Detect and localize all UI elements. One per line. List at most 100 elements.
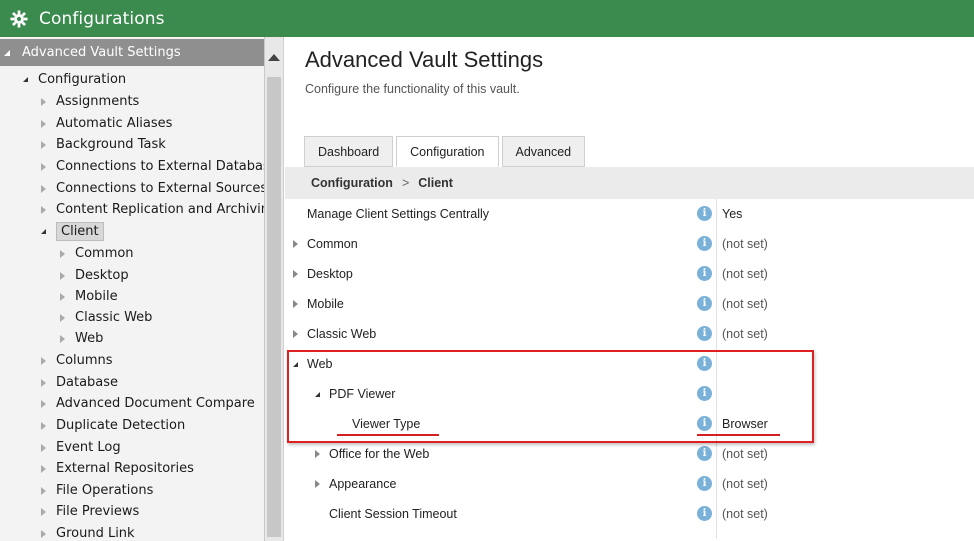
tree-item-label-selected: Client <box>56 222 104 241</box>
tree-item-label: Duplicate Detection <box>56 418 186 433</box>
setting-row-classic-web[interactable]: Classic Web i (not set) <box>285 319 974 349</box>
tree-item-label: External Repositories <box>56 461 194 476</box>
info-icon[interactable]: i <box>697 506 712 521</box>
collapsed-arrow-icon[interactable] <box>293 319 301 349</box>
setting-row-client-session-timeout[interactable]: Client Session Timeout i (not set) <box>285 499 974 529</box>
info-icon[interactable]: i <box>697 446 712 461</box>
setting-value[interactable]: (not set) <box>722 439 768 469</box>
tree-item-desktop[interactable]: Desktop <box>55 265 129 286</box>
tree-item-background-task[interactable]: Background Task <box>36 134 166 155</box>
tree-item-ground-link[interactable]: Ground Link <box>36 523 135 541</box>
tree-item-label: Automatic Aliases <box>56 116 173 131</box>
setting-value[interactable]: (not set) <box>722 319 768 349</box>
tree-item-mobile[interactable]: Mobile <box>55 286 118 307</box>
collapsed-arrow-icon[interactable] <box>36 527 50 541</box>
info-icon[interactable]: i <box>697 296 712 311</box>
tree-item-label: Columns <box>56 353 113 368</box>
collapsed-arrow-icon[interactable] <box>36 484 50 498</box>
tree-item-label: Desktop <box>75 268 129 283</box>
tab-configuration[interactable]: Configuration <box>396 136 499 167</box>
tree-item-database[interactable]: Database <box>36 372 118 393</box>
setting-value[interactable]: (not set) <box>722 229 768 259</box>
tree-item-label: File Previews <box>56 504 140 519</box>
collapsed-arrow-icon[interactable] <box>36 182 50 196</box>
expanded-arrow-icon[interactable] <box>18 73 32 87</box>
collapsed-arrow-icon[interactable] <box>36 95 50 109</box>
tree-item-client[interactable]: Client <box>36 221 104 242</box>
info-icon[interactable]: i <box>697 206 712 221</box>
collapsed-arrow-icon[interactable] <box>55 247 69 261</box>
collapsed-arrow-icon[interactable] <box>315 469 323 499</box>
collapsed-arrow-icon[interactable] <box>36 397 50 411</box>
setting-value[interactable]: (not set) <box>722 499 768 529</box>
collapsed-arrow-icon[interactable] <box>293 289 301 319</box>
collapsed-arrow-icon[interactable] <box>315 439 323 469</box>
info-icon[interactable]: i <box>697 236 712 251</box>
tree-item-classic-web[interactable]: Classic Web <box>55 307 152 328</box>
title-bar: Configurations <box>0 0 974 37</box>
collapsed-arrow-icon[interactable] <box>55 269 69 283</box>
breadcrumb-configuration[interactable]: Configuration <box>311 176 393 190</box>
tree-item-configuration[interactable]: Configuration <box>18 69 126 90</box>
setting-label: Office for the Web <box>329 447 430 461</box>
setting-row-manage-client-settings[interactable]: Manage Client Settings Centrally i Yes <box>285 199 974 229</box>
setting-value[interactable]: (not set) <box>722 289 768 319</box>
setting-label: Classic Web <box>307 327 377 341</box>
info-icon[interactable]: i <box>697 266 712 281</box>
collapsed-arrow-icon[interactable] <box>36 203 50 217</box>
collapsed-arrow-icon[interactable] <box>293 259 301 289</box>
tree-item-event-log[interactable]: Event Log <box>36 437 121 458</box>
tree-item-label: Event Log <box>56 440 121 455</box>
tree-item-columns[interactable]: Columns <box>36 350 113 371</box>
setting-row-desktop[interactable]: Desktop i (not set) <box>285 259 974 289</box>
collapsed-arrow-icon[interactable] <box>36 376 50 390</box>
expanded-arrow-icon[interactable] <box>36 225 50 239</box>
tab-advanced[interactable]: Advanced <box>501 136 586 167</box>
tree-item-file-operations[interactable]: File Operations <box>36 480 153 501</box>
tree-item-assignments[interactable]: Assignments <box>36 91 139 112</box>
tree-header-label: Advanced Vault Settings <box>22 45 181 60</box>
setting-label: Appearance <box>329 477 397 491</box>
tab-dashboard[interactable]: Dashboard <box>304 136 394 167</box>
collapsed-arrow-icon[interactable] <box>36 505 50 519</box>
tree-item-content-replication[interactable]: Content Replication and Archiving <box>36 199 264 220</box>
collapsed-arrow-icon[interactable] <box>36 117 50 131</box>
setting-value[interactable]: Yes <box>722 199 742 229</box>
scroll-up-arrow-icon[interactable] <box>268 54 280 61</box>
setting-value[interactable]: (not set) <box>722 469 768 499</box>
page-title: Advanced Vault Settings <box>305 47 544 72</box>
collapsed-arrow-icon[interactable] <box>36 138 50 152</box>
collapsed-arrow-icon[interactable] <box>36 462 50 476</box>
info-icon[interactable]: i <box>697 326 712 341</box>
tree-item-connections-external-sources[interactable]: Connections to External Sources <box>36 178 264 199</box>
tree-item-automatic-aliases[interactable]: Automatic Aliases <box>36 113 172 134</box>
info-icon[interactable]: i <box>697 476 712 491</box>
setting-row-mobile[interactable]: Mobile i (not set) <box>285 289 974 319</box>
tree-item-advanced-vault-settings[interactable]: Advanced Vault Settings <box>0 39 264 66</box>
collapsed-arrow-icon[interactable] <box>55 290 69 304</box>
collapsed-arrow-icon[interactable] <box>36 441 50 455</box>
setting-row-appearance[interactable]: Appearance i (not set) <box>285 469 974 499</box>
collapsed-arrow-icon[interactable] <box>36 354 50 368</box>
setting-value[interactable]: (not set) <box>722 259 768 289</box>
scrollbar-thumb[interactable] <box>267 77 281 537</box>
tree-item-label: Web <box>75 331 104 346</box>
setting-row-office-for-the-web[interactable]: Office for the Web i (not set) <box>285 439 974 469</box>
tree-item-label: Classic Web <box>75 310 153 325</box>
tree-scrollbar[interactable] <box>265 37 284 541</box>
tree-item-connections-external-database[interactable]: Connections to External Database <box>36 156 265 177</box>
collapsed-arrow-icon[interactable] <box>55 311 69 325</box>
tree-item-common[interactable]: Common <box>55 243 134 264</box>
collapsed-arrow-icon[interactable] <box>36 160 50 174</box>
tree-item-web[interactable]: Web <box>55 328 103 349</box>
tree-item-duplicate-detection[interactable]: Duplicate Detection <box>36 415 185 436</box>
setting-row-common[interactable]: Common i (not set) <box>285 229 974 259</box>
collapsed-arrow-icon[interactable] <box>36 419 50 433</box>
setting-label: Manage Client Settings Centrally <box>307 207 490 221</box>
collapsed-arrow-icon[interactable] <box>55 332 69 346</box>
tree-item-external-repositories[interactable]: External Repositories <box>36 458 194 479</box>
tree-item-file-previews[interactable]: File Previews <box>36 501 139 522</box>
collapsed-arrow-icon[interactable] <box>293 229 301 259</box>
tree-item-advanced-document-compare[interactable]: Advanced Document Compare <box>36 393 255 414</box>
tree-item-label: Connections to External Database <box>56 159 265 174</box>
